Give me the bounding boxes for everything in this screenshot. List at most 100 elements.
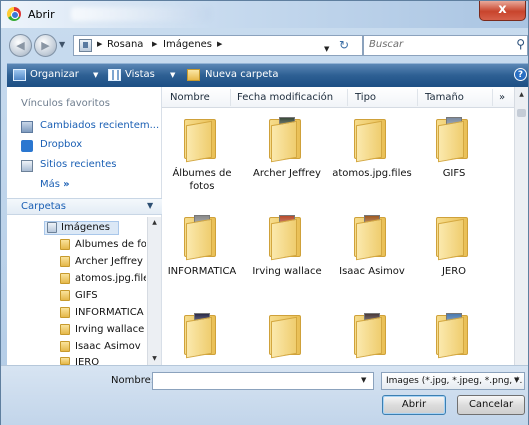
forward-button[interactable]: ▶: [34, 34, 57, 57]
chevron-down-icon[interactable]: ▼: [147, 201, 153, 210]
column-type[interactable]: Tipo: [355, 92, 376, 103]
tree-item-imagenes[interactable]: Imágenes: [61, 222, 119, 233]
tree-item-irving[interactable]: Irving wallace: [75, 324, 146, 335]
file-type-filter[interactable]: Images (*.jpg, *.jpeg, *.png, *.: [381, 372, 525, 390]
column-name[interactable]: Nombre: [170, 92, 210, 103]
file-item[interactable]: Álbumes de fotos: [162, 109, 242, 192]
chevron-down-icon[interactable]: ▼: [93, 71, 98, 79]
organize-button[interactable]: Organizar: [30, 69, 79, 80]
column-size[interactable]: Tamaño: [425, 92, 464, 103]
pictures-library-icon: [47, 222, 57, 233]
folder-icon: [60, 239, 70, 250]
folder-icon: [271, 218, 297, 261]
views-button[interactable]: Vistas: [125, 69, 155, 80]
column-divider[interactable]: [492, 89, 493, 106]
chevron-down-icon[interactable]: ▼: [170, 71, 175, 79]
file-item[interactable]: atomos.jpg.files: [332, 109, 412, 189]
folder-icon: [60, 307, 70, 318]
folder-icon: [186, 316, 212, 359]
breadcrumb-imagenes[interactable]: Imágenes: [163, 39, 212, 50]
file-item[interactable]: Archer Jeffrey: [247, 109, 327, 189]
tree-item-gifs[interactable]: GIFS: [75, 290, 146, 301]
file-name-dropdown-icon[interactable]: ▼: [361, 376, 366, 384]
folders-header[interactable]: Carpetas ▼: [7, 198, 162, 215]
tree-item-archer[interactable]: Archer Jeffrey: [75, 256, 146, 267]
scrollbar-thumb[interactable]: [517, 109, 526, 117]
open-file-dialog: Abrir x ◀ ▶ ▼ ▶ Rosana ▶ Imágenes ▶ ▼ ↻ …: [0, 0, 529, 425]
folder-icon: [60, 273, 70, 284]
new-folder-icon: [187, 69, 200, 81]
favorite-link-dropbox[interactable]: Dropbox: [40, 139, 82, 150]
cancel-button[interactable]: Cancelar: [457, 395, 525, 415]
file-item[interactable]: JERO: [414, 207, 494, 287]
folder-icon: [271, 120, 297, 163]
navigation-pane: Vínculos favoritos Cambiados recientem..…: [7, 87, 162, 365]
file-item[interactable]: GIFS: [414, 109, 494, 189]
favorite-link-recent-changes[interactable]: Cambiados recientem...: [40, 120, 159, 131]
more-favorites-link[interactable]: Más »: [40, 179, 70, 190]
chevron-right-icon[interactable]: ▶: [152, 40, 157, 48]
chevron-down-icon[interactable]: ▼: [514, 376, 519, 384]
folder-icon: [438, 120, 464, 163]
tree-item-jero[interactable]: JERO: [75, 357, 146, 365]
folder-location-icon: [79, 39, 92, 52]
file-item-label: Isaac Asimov: [339, 266, 405, 277]
file-item-label: atomos.jpg.files: [332, 168, 412, 179]
tree-item-informatica[interactable]: INFORMATICA: [75, 307, 146, 318]
refresh-icon[interactable]: ↻: [339, 38, 349, 52]
chevron-right-icon[interactable]: ▶: [97, 40, 102, 48]
folder-icon: [60, 357, 70, 365]
column-divider[interactable]: [417, 89, 418, 106]
chevron-right-icon[interactable]: ▶: [217, 40, 222, 48]
navigation-row: ◀ ▶ ▼ ▶ Rosana ▶ Imágenes ▶ ▼ ↻ Buscar ⚲: [1, 31, 528, 59]
column-date-modified[interactable]: Fecha modificación: [237, 92, 333, 103]
file-name-input[interactable]: [152, 372, 374, 390]
file-item-label: JERO: [441, 266, 467, 277]
title-bar[interactable]: Abrir x: [1, 1, 528, 28]
recent-places-icon: [21, 160, 33, 172]
tree-item-asimov[interactable]: Isaac Asimov: [75, 341, 146, 352]
file-item[interactable]: Irving wallace: [247, 207, 327, 287]
search-placeholder: Buscar: [369, 39, 404, 50]
column-divider[interactable]: [347, 89, 348, 106]
folder-icon: [356, 120, 382, 163]
favorite-link-recent-places[interactable]: Sitios recientes: [40, 159, 116, 170]
breadcrumb-rosana[interactable]: Rosana: [107, 39, 143, 50]
column-divider[interactable]: [230, 89, 231, 106]
folder-icon: [60, 290, 70, 301]
folder-icon: [60, 324, 70, 335]
scroll-up-icon[interactable]: ▲: [515, 91, 528, 98]
folders-scrollbar[interactable]: ▲ ▼: [147, 217, 161, 365]
address-bar[interactable]: ▶ Rosana ▶ Imágenes ▶ ▼: [73, 35, 363, 56]
recent-pages-dropdown-icon[interactable]: ▼: [59, 40, 65, 49]
file-item[interactable]: Isaac Asimov: [332, 207, 412, 287]
more-label: Más: [40, 179, 60, 190]
dropbox-icon: [21, 140, 33, 152]
double-chevron-icon: »: [63, 179, 70, 190]
scroll-up-icon[interactable]: ▲: [148, 219, 161, 226]
scroll-down-icon[interactable]: ▼: [148, 355, 161, 362]
folder-icon: [438, 316, 464, 359]
open-button[interactable]: Abrir: [382, 395, 446, 415]
search-input[interactable]: Buscar ⚲: [363, 35, 528, 56]
favorites-heading: Vínculos favoritos: [21, 98, 110, 109]
file-item-label: Álbumes de fotos: [172, 168, 232, 192]
more-columns-icon[interactable]: »: [499, 92, 505, 103]
new-folder-button[interactable]: Nueva carpeta: [205, 69, 278, 80]
search-icon[interactable]: ⚲: [516, 37, 525, 51]
organize-icon: [13, 69, 26, 81]
help-icon[interactable]: ?: [514, 68, 527, 81]
command-bar: Organizar ▼ Vistas ▼ Nueva carpeta ?: [7, 63, 528, 87]
file-list-scrollbar[interactable]: ▲: [514, 87, 528, 365]
window-title: Abrir: [28, 8, 55, 21]
file-type-filter-label: Images (*.jpg, *.jpeg, *.png, *.: [386, 376, 523, 386]
back-button[interactable]: ◀: [9, 34, 32, 57]
address-dropdown-icon[interactable]: ▼: [324, 45, 329, 53]
folder-icon: [186, 218, 212, 261]
file-item-label: GIFS: [442, 168, 466, 179]
folder-icon: [438, 218, 464, 261]
close-button[interactable]: x: [479, 1, 526, 21]
file-item[interactable]: INFORMATICA: [162, 207, 242, 287]
tree-item-albumes[interactable]: Álbumes de fo: [75, 239, 146, 250]
tree-item-atomos[interactable]: atomos.jpg.file: [75, 273, 146, 284]
